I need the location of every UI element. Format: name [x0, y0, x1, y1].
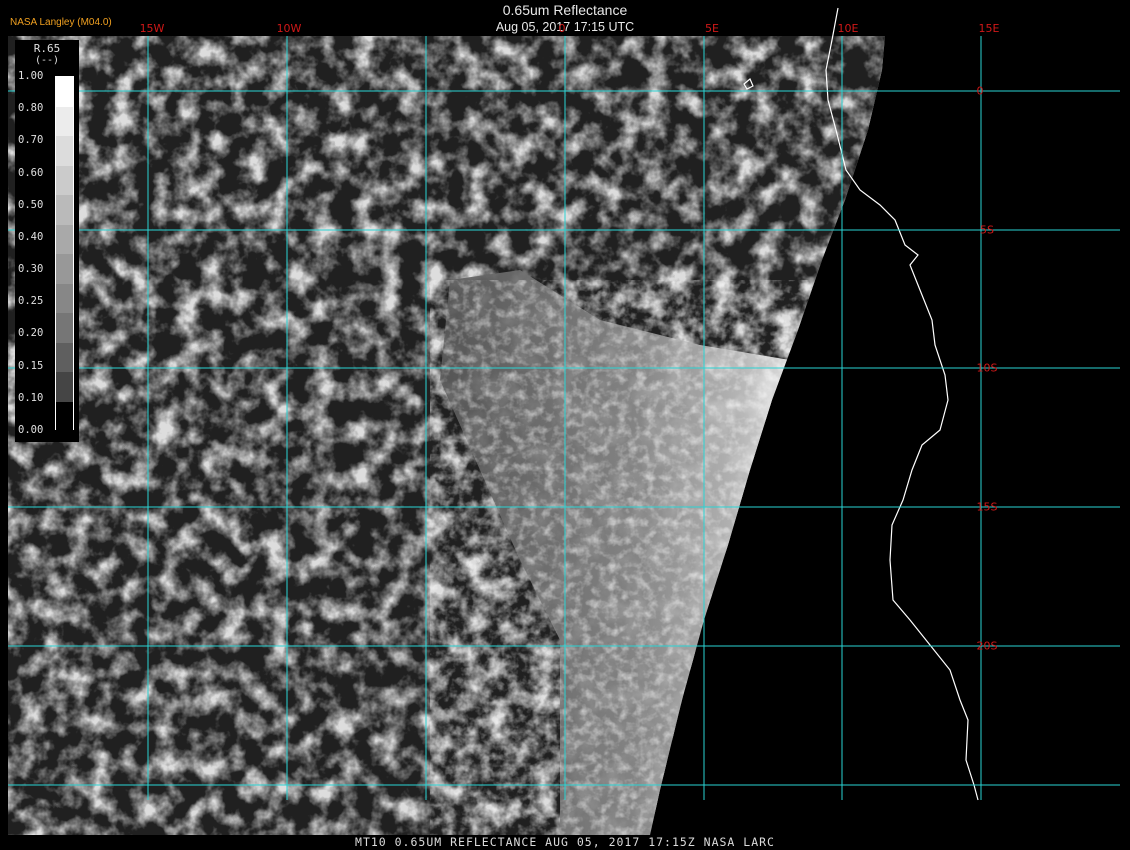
legend-color-swatch: [56, 283, 73, 314]
legend-color-swatch: [56, 313, 73, 343]
legend-color-swatch: [56, 372, 73, 402]
legend-tick-label: 0.10: [18, 391, 44, 404]
legend-color-swatch: [56, 136, 73, 166]
earth-disk: [8, 36, 885, 835]
color-scale-legend: R.65 (--) 1.00 0.80 0.70 0.60 0.50 0.40 0.30 0.…: [15, 40, 79, 442]
image-title: 0.65um Reflectance: [502, 2, 628, 18]
lat-label-15s: 15S: [976, 500, 998, 514]
lon-label-15w: 15W: [139, 22, 165, 35]
legend-tick-label: 0.80: [18, 102, 44, 115]
footer-caption: MT10 0.65UM REFLECTANCE AUG 05, 2017 17:…: [355, 835, 775, 849]
lon-label-10e: 10E: [837, 22, 859, 35]
legend-color-swatch: [56, 224, 73, 255]
legend-color-swatch: [56, 342, 73, 373]
reflectance-imagery: [8, 7, 1120, 835]
legend-color-swatch: [56, 401, 73, 432]
lon-label-5e: 5E: [705, 22, 719, 35]
legend-tick-label: 0.30: [18, 263, 44, 276]
lat-label-5s: 5S: [980, 223, 994, 237]
legend-color-swatch: [56, 106, 73, 137]
legend-variable-name: R.65: [33, 42, 61, 55]
legend-tick-label: 0.15: [18, 359, 44, 372]
legend-tick-label: 0.20: [18, 327, 44, 340]
lat-label-10s: 10S: [976, 361, 998, 375]
legend-color-swatch: [56, 165, 73, 196]
legend-tick-label: 0.40: [18, 230, 44, 243]
lon-label-15e: 15E: [978, 22, 1000, 35]
legend-units: (--): [34, 55, 60, 66]
lon-label-10w: 10W: [276, 22, 302, 35]
legend-colorbar: [55, 76, 74, 432]
legend-tick-label: 0.50: [18, 198, 44, 211]
lon-label-0: 0: [558, 22, 566, 35]
legend-tick-label: 0.60: [18, 166, 44, 179]
legend-tick-label: 0.25: [18, 295, 44, 308]
lat-label-0: 0: [976, 84, 984, 98]
lat-label-20s: 20S: [976, 639, 998, 653]
legend-tick-label: 0.00: [18, 424, 44, 436]
legend-color-swatch: [56, 195, 73, 225]
legend-tick-label: 1.00: [18, 70, 44, 82]
legend-color-swatch: [56, 77, 73, 107]
legend-tick-label: 0.70: [18, 134, 44, 147]
legend-color-swatch: [56, 254, 73, 284]
satellite-image-view: NASA Langley (M04.0) 0.65um Reflectance …: [0, 0, 1130, 850]
